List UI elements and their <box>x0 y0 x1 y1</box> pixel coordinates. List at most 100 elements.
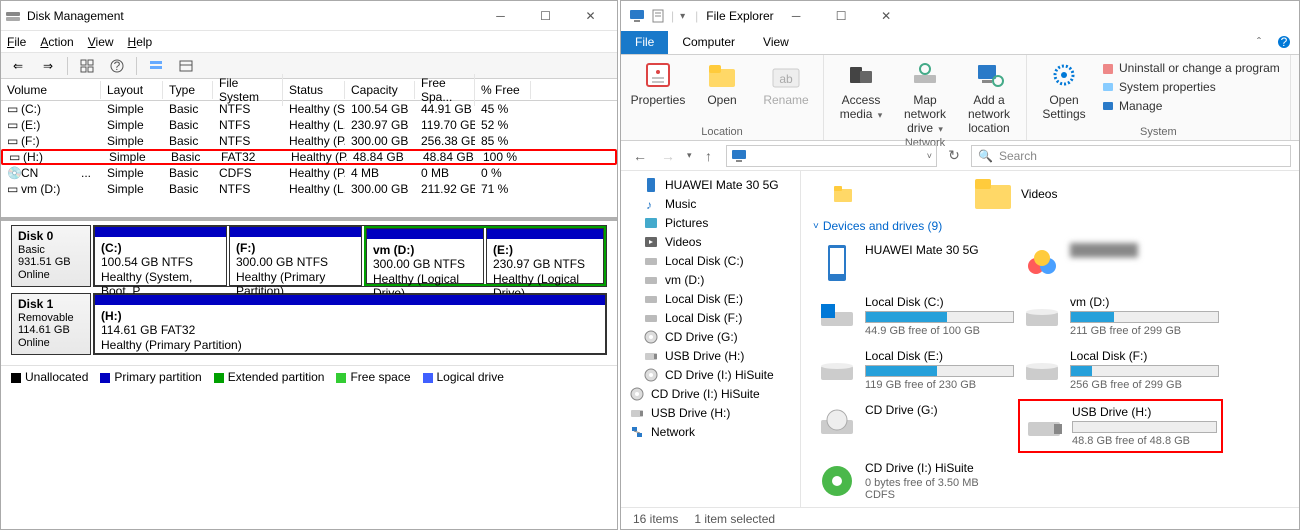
maximize-button[interactable]: ☐ <box>523 1 568 30</box>
access-media-button[interactable]: Access media ▾ <box>834 59 888 121</box>
folder-item[interactable]: Videos <box>973 177 1057 211</box>
partition[interactable]: (C:)100.54 GB NTFSHealthy (System, Boot,… <box>94 226 227 286</box>
props-icon <box>642 59 674 91</box>
tree-item[interactable]: CD Drive (G:) <box>621 327 800 346</box>
disk-win-icon <box>817 295 857 335</box>
system-link[interactable]: System properties <box>1101 78 1280 97</box>
nav-back-button[interactable]: ← <box>629 148 651 164</box>
drive-item[interactable]: Local Disk (E:)119 GB free of 230 GB <box>813 345 1018 395</box>
disk-icon <box>643 253 659 269</box>
tree-item[interactable]: Network <box>621 422 800 441</box>
tree-item[interactable]: Local Disk (E:) <box>621 289 800 308</box>
open-button[interactable]: Open <box>695 59 749 107</box>
rename-button: abRename <box>759 59 813 107</box>
volume-row[interactable]: ▭(F:)SimpleBasicNTFSHealthy (P...300.00 … <box>1 133 617 149</box>
tree-item[interactable]: Local Disk (C:) <box>621 251 800 270</box>
svg-text:ab: ab <box>779 72 793 86</box>
disk-row: Disk 0Basic931.51 GBOnline(C:)100.54 GB … <box>11 225 607 287</box>
disk-management-window: Disk Management ─ ☐ ✕ File Action View H… <box>0 0 618 530</box>
tree-item[interactable]: Pictures <box>621 213 800 232</box>
menu-action[interactable]: Action <box>40 35 73 49</box>
help-icon[interactable]: ? <box>1269 31 1299 54</box>
properties-icon[interactable] <box>651 9 665 23</box>
titlebar: Disk Management ─ ☐ ✕ <box>1 1 617 31</box>
drive-item[interactable]: CD Drive (G:) <box>813 399 1018 453</box>
qat-dropdown[interactable]: ▾ <box>680 11 685 22</box>
tree-item[interactable]: ♪Music <box>621 194 800 213</box>
system-link[interactable]: Manage <box>1101 97 1280 116</box>
drive-item[interactable]: Local Disk (C:)44.9 GB free of 100 GB <box>813 291 1018 341</box>
menu-help[interactable]: Help <box>128 35 153 49</box>
drive-item[interactable]: vm (D:)211 GB free of 299 GB <box>1018 291 1223 341</box>
ribbon: PropertiesOpenabRename Location Access m… <box>621 55 1299 141</box>
usb-icon <box>629 405 645 421</box>
drive-item[interactable]: USB Drive (H:)48.8 GB free of 48.8 GB <box>1018 399 1223 453</box>
search-input[interactable]: 🔍 Search <box>971 145 1291 167</box>
drive-item[interactable]: ████████ <box>1018 239 1223 287</box>
disk-info[interactable]: Disk 1Removable114.61 GBOnline <box>11 293 91 355</box>
disk-info[interactable]: Disk 0Basic931.51 GBOnline <box>11 225 91 287</box>
system-link[interactable]: Uninstall or change a program <box>1101 59 1280 78</box>
section-header[interactable]: ˅Devices and drives (9) <box>813 219 1287 233</box>
music-icon: ♪ <box>643 196 659 212</box>
tree-item[interactable]: vm (D:) <box>621 270 800 289</box>
menu-file[interactable]: File <box>7 35 26 49</box>
tab-file[interactable]: File <box>621 31 668 54</box>
tree-item[interactable]: CD Drive (I:) HiSuite <box>621 384 800 403</box>
volume-row[interactable]: ▭(C:)SimpleBasicNTFSHealthy (S...100.54 … <box>1 101 617 117</box>
tree-item[interactable]: USB Drive (H:) <box>621 346 800 365</box>
tree-item[interactable]: Local Disk (F:) <box>621 308 800 327</box>
fe-close-button[interactable]: ✕ <box>864 2 909 31</box>
partition[interactable]: (E:)230.97 GB NTFSHealthy (Logical Drive… <box>486 228 604 284</box>
folder-item[interactable] <box>833 177 853 211</box>
address-combo[interactable]: ˅ <box>726 145 937 167</box>
addnet-icon <box>973 59 1005 91</box>
volume-header: VolumeLayoutTypeFile SystemStatusCapacit… <box>1 79 617 101</box>
drive-item[interactable]: CD Drive (I:) HiSuite0 bytes free of 3.5… <box>813 457 1018 505</box>
minimize-button[interactable]: ─ <box>478 1 523 30</box>
tab-computer[interactable]: Computer <box>668 31 749 54</box>
nav-forward-button[interactable]: → <box>657 148 679 164</box>
drive-item[interactable]: Local Disk (F:)256 GB free of 299 GB <box>1018 345 1223 395</box>
volume-row[interactable]: 💿CN...SimpleBasicCDFSHealthy (P...4 MB0 … <box>1 165 617 181</box>
refresh-button[interactable]: ↻ <box>943 147 965 164</box>
usb-icon <box>643 348 659 364</box>
help-button[interactable]: ? <box>104 55 130 77</box>
volume-row[interactable]: ▭(H:)SimpleBasicFAT32Healthy (P...48.84 … <box>1 149 617 165</box>
open-settings-button[interactable]: Open Settings <box>1037 59 1091 121</box>
partition[interactable]: (H:)114.61 GB FAT32Healthy (Primary Part… <box>94 294 606 354</box>
file-explorer-window: | ▾ | File Explorer ─ ☐ ✕ File Computer … <box>620 0 1300 530</box>
menu-view[interactable]: View <box>88 35 114 49</box>
media-icon <box>845 59 877 91</box>
address-bar: ← → ▾ ↑ ˅ ↻ 🔍 Search <box>621 141 1299 171</box>
forward-button[interactable]: ⇒ <box>35 55 61 77</box>
tree-item[interactable]: USB Drive (H:) <box>621 403 800 422</box>
tree-item[interactable]: Videos <box>621 232 800 251</box>
ribbon-collapse-button[interactable]: ˆ <box>1249 31 1269 54</box>
partition[interactable]: (F:)300.00 GB NTFSHealthy (Primary Parti… <box>229 226 362 286</box>
tree-item[interactable]: HUAWEI Mate 30 5G <box>621 175 800 194</box>
list-button[interactable] <box>173 55 199 77</box>
gear-icon <box>1048 59 1080 91</box>
refresh-button[interactable] <box>74 55 100 77</box>
tree-item[interactable]: CD Drive (I:) HiSuite <box>621 365 800 384</box>
legend-item: Extended partition <box>214 370 325 384</box>
cd-g-icon <box>817 461 857 501</box>
volume-row[interactable]: ▭vm (D:)SimpleBasicNTFSHealthy (L...300.… <box>1 181 617 197</box>
view-button[interactable] <box>143 55 169 77</box>
map-network-drive-button[interactable]: Map network drive ▾ <box>898 59 952 135</box>
back-button[interactable]: ⇐ <box>5 55 31 77</box>
partition[interactable]: vm (D:)300.00 GB NTFSHealthy (Logical Dr… <box>366 228 484 284</box>
chevron-down-icon[interactable]: ˅ <box>927 151 932 161</box>
close-button[interactable]: ✕ <box>568 1 613 30</box>
nav-history-button[interactable]: ▾ <box>687 150 692 161</box>
tab-view[interactable]: View <box>749 31 803 54</box>
volume-row[interactable]: ▭(E:)SimpleBasicNTFSHealthy (L...230.97 … <box>1 117 617 133</box>
drive-item[interactable]: HUAWEI Mate 30 5G <box>813 239 1018 287</box>
fe-minimize-button[interactable]: ─ <box>774 2 819 31</box>
properties-button[interactable]: Properties <box>631 59 685 107</box>
fe-maximize-button[interactable]: ☐ <box>819 2 864 31</box>
add-a-network-location-button[interactable]: Add a network location <box>962 59 1016 135</box>
nav-up-button[interactable]: ↑ <box>698 148 720 164</box>
phone-icon <box>817 243 857 283</box>
